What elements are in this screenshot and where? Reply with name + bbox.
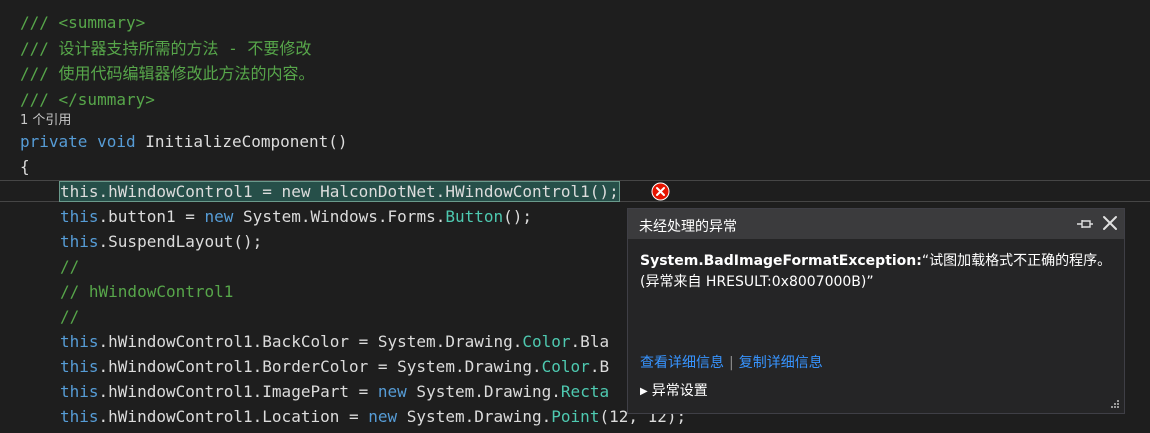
code-text: .hWindowControl1.ImagePart =: [98, 382, 378, 401]
keyword-new: new: [204, 207, 234, 226]
code-line-current-statement: this.hWindowControl1 = new HalconDotNet.…: [59, 179, 620, 204]
code-text: .hWindowControl1.BorderColor = System.Dr…: [98, 357, 542, 376]
code-line-comment-3: //: [60, 304, 79, 329]
code-line-comment-2: // hWindowControl1: [60, 279, 233, 304]
namespace-text: System.Windows.Forms.: [243, 207, 446, 226]
link-separator: |: [729, 355, 734, 371]
code-text: .B: [589, 357, 610, 376]
code-text: .SuspendLayout();: [98, 232, 263, 251]
keyword-void: void: [97, 132, 136, 151]
namespace-text: System.Drawing.: [397, 407, 552, 426]
code-line-2: /// 设计器支持所需的方法 - 不要修改: [20, 36, 311, 61]
copy-details-link[interactable]: 复制详细信息: [739, 355, 823, 371]
keyword-this: this: [60, 382, 99, 401]
keyword-this: this: [60, 332, 99, 351]
comment-text: /// </summary>: [20, 90, 155, 109]
code-text: .hWindowControl1.BackColor = System.Draw…: [98, 332, 523, 351]
code-line-backcolor: this.hWindowControl1.BackColor = System.…: [60, 329, 609, 354]
code-line-1: /// <summary>: [20, 10, 145, 35]
reference-count-label[interactable]: 1 个引用: [20, 113, 71, 128]
triangle-right-icon: ▶: [640, 386, 648, 397]
code-text: .button1 =: [98, 207, 205, 226]
comment-text: /// 设计器支持所需的方法 - 不要修改: [20, 39, 312, 58]
comment-text: /// 使用代码编辑器修改此方法的内容。: [20, 64, 315, 83]
keyword-new: new: [368, 407, 398, 426]
code-line-3: /// 使用代码编辑器修改此方法的内容。: [20, 61, 315, 86]
type-name: Color: [522, 332, 571, 351]
comment-text: // hWindowControl1: [60, 282, 234, 301]
comment-text: //: [60, 257, 80, 276]
keyword-this: this: [60, 207, 99, 226]
view-details-link[interactable]: 查看详细信息: [640, 355, 724, 371]
comment-text: //: [60, 307, 80, 326]
type-name: Button: [445, 207, 504, 226]
type-name: Recta: [560, 382, 610, 401]
error-circle-icon[interactable]: [651, 182, 670, 201]
type-name: Color: [541, 357, 590, 376]
close-icon[interactable]: [1102, 215, 1118, 231]
code-text: .hWindowControl1.Location =: [98, 407, 369, 426]
type-name: Point: [551, 407, 600, 426]
exception-links: 查看详细信息 | 复制详细信息: [640, 352, 823, 372]
exception-settings-label: 异常设置: [651, 383, 708, 399]
popup-header: 未经处理的异常: [628, 209, 1124, 239]
highlighted-statement[interactable]: this.hWindowControl1 = new HalconDotNet.…: [59, 181, 620, 202]
keyword-this: this: [60, 232, 99, 251]
code-text: ();: [503, 207, 533, 226]
method-name: InitializeComponent(): [145, 132, 348, 151]
resize-grip-icon[interactable]: [1108, 397, 1120, 409]
code-line-4: /// </summary>: [20, 87, 155, 112]
keyword-this: this: [60, 357, 99, 376]
keyword-new: new: [377, 382, 407, 401]
code-line-open-brace: {: [20, 154, 30, 179]
exception-type: System.BadImageFormatException:: [640, 253, 922, 269]
exception-helper-popup: 未经处理的异常 System.BadImageFormatException:“…: [627, 208, 1125, 414]
popup-title: 未经处理的异常: [639, 219, 737, 235]
keyword-private: private: [20, 132, 88, 151]
code-line-bordercolor: this.hWindowControl1.BorderColor = Syste…: [60, 354, 609, 379]
code-line-comment-1: //: [60, 254, 79, 279]
namespace-text: System.Drawing.: [406, 382, 561, 401]
code-line-imagepart: this.hWindowControl1.ImagePart = new Sys…: [60, 379, 609, 404]
code-line-button-init: this.button1 = new System.Windows.Forms.…: [60, 204, 532, 229]
code-line-method-signature: private void InitializeComponent(): [20, 129, 348, 154]
reference-count-codelens[interactable]: 1 个引用: [20, 112, 71, 130]
exception-settings-toggle[interactable]: ▶ 异常设置: [640, 380, 708, 400]
comment-text: /// <summary>: [20, 13, 146, 32]
brace: {: [20, 157, 30, 176]
keyword-this: this: [60, 407, 99, 426]
pin-icon[interactable]: [1076, 217, 1094, 231]
exception-message: System.BadImageFormatException:“试图加载格式不正…: [640, 251, 1118, 293]
code-line-location: this.hWindowControl1.Location = new Syst…: [60, 404, 686, 429]
code-text: .Bla: [570, 332, 610, 351]
code-line-suspend-layout: this.SuspendLayout();: [60, 229, 262, 254]
